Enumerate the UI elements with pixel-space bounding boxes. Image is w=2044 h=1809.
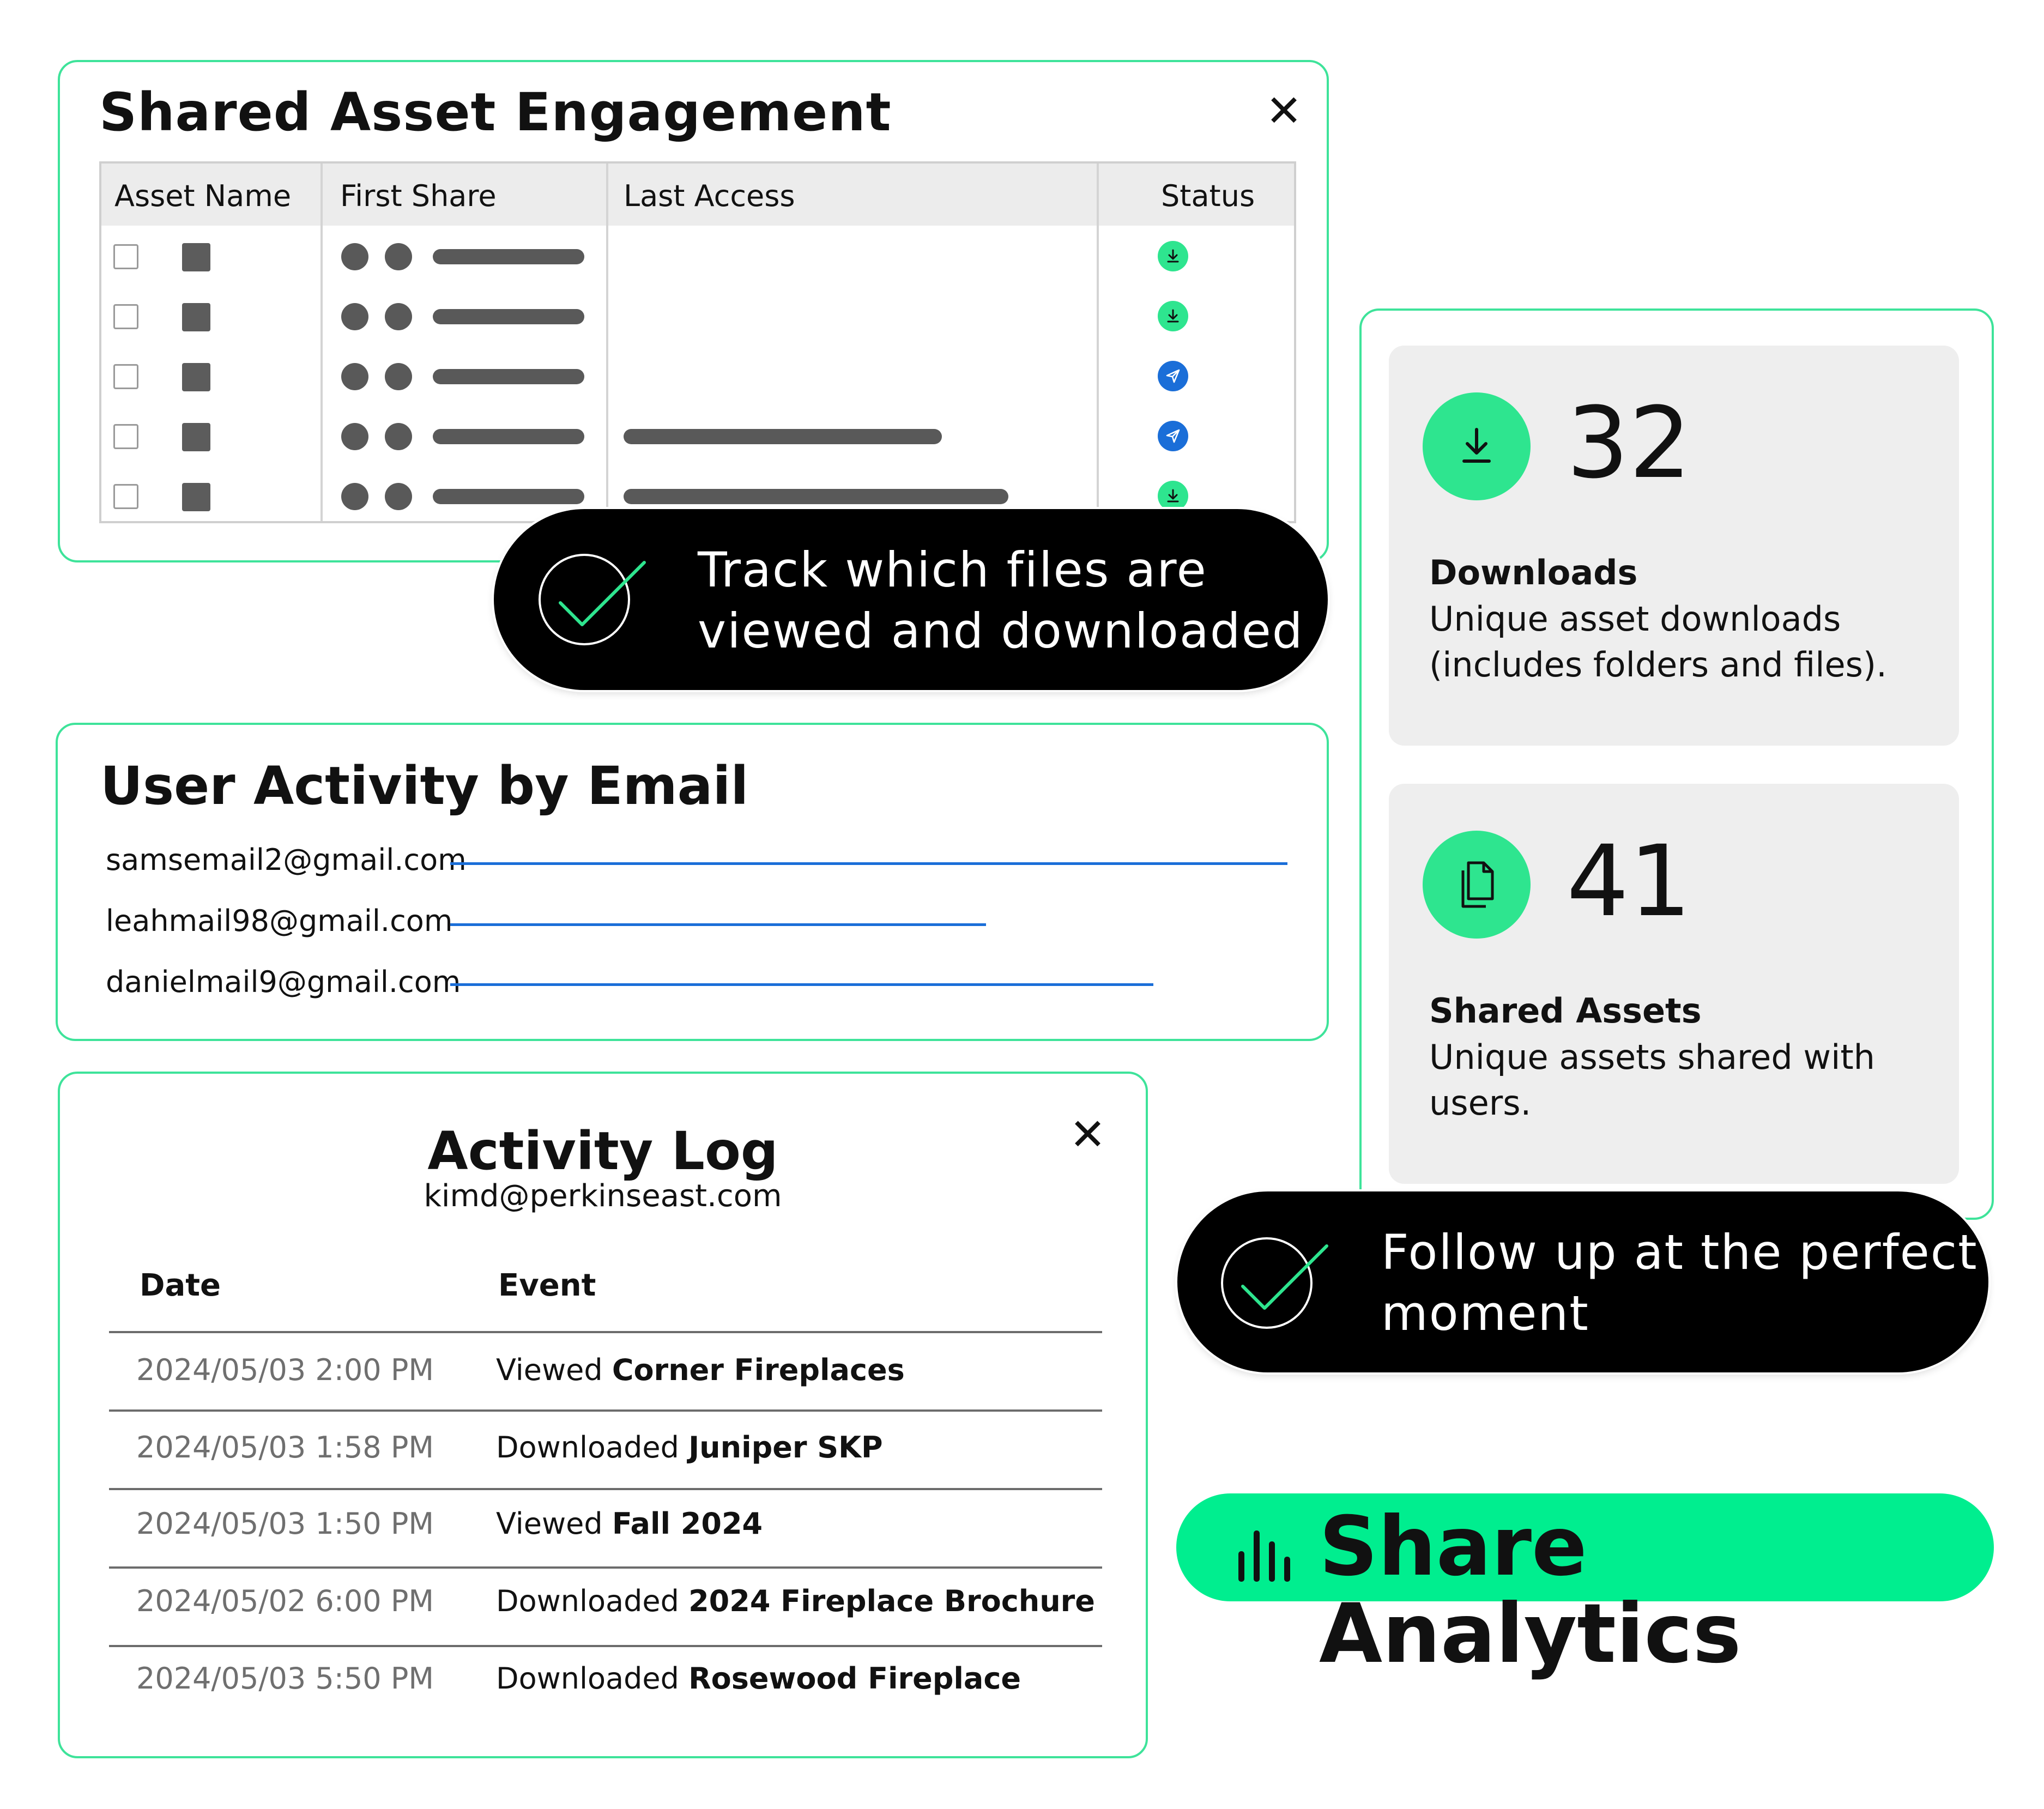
- card-title: User Activity by Email: [100, 755, 749, 816]
- log-date: 2024/05/02 6:00 PM: [136, 1584, 434, 1618]
- divider: [109, 1645, 1102, 1647]
- log-event[interactable]: Viewed Corner Fireplaces: [496, 1353, 905, 1387]
- table-row[interactable]: [101, 287, 1294, 347]
- button-label: Share Analytics: [1319, 1499, 1741, 1681]
- close-icon[interactable]: ✕: [1266, 89, 1302, 133]
- sent-status-icon: [1158, 361, 1188, 391]
- log-date: 2024/05/03 2:00 PM: [136, 1353, 434, 1387]
- document-copy-icon: [1423, 831, 1531, 939]
- download-icon: [1423, 392, 1531, 500]
- card-title: Shared Asset Engagement: [99, 82, 892, 143]
- row-checkbox[interactable]: [113, 364, 138, 389]
- divider: [109, 1566, 1102, 1569]
- download-status-icon: [1158, 481, 1188, 511]
- callout-text: Track which files are viewed and downloa…: [698, 542, 1304, 659]
- avatar-placeholder: [385, 303, 412, 330]
- download-status-icon: [1158, 301, 1188, 331]
- share-analytics-button[interactable]: Share Analytics: [1176, 1493, 1994, 1678]
- column-header-last-access[interactable]: Last Access: [624, 179, 795, 213]
- log-event[interactable]: Downloaded 2024 Fireplace Brochure: [496, 1584, 1095, 1618]
- divider: [109, 1331, 1102, 1333]
- stat-description: Unique assets shared with users.: [1429, 1037, 1875, 1123]
- checkmark-circle-icon: [1221, 1237, 1328, 1329]
- avatar-placeholder: [385, 483, 412, 510]
- table-row[interactable]: [101, 227, 1294, 287]
- stat-description: Unique asset downloads (includes folders…: [1429, 599, 1887, 685]
- text-placeholder: [433, 369, 584, 384]
- text-placeholder: [624, 429, 942, 444]
- row-checkbox[interactable]: [113, 424, 138, 449]
- close-icon[interactable]: ✕: [1069, 1113, 1106, 1157]
- asset-thumbnail: [182, 483, 210, 511]
- activity-log-card: Activity Log kimd@perkinseast.com ✕ Date…: [58, 1072, 1148, 1758]
- table-row[interactable]: [101, 347, 1294, 407]
- user-email[interactable]: leahmail98@gmail.com: [106, 904, 452, 938]
- avatar-placeholder: [341, 243, 368, 270]
- text-placeholder: [624, 489, 1008, 504]
- activity-bar: [450, 923, 986, 926]
- activity-bar: [450, 983, 1153, 986]
- avatar-placeholder: [385, 363, 412, 390]
- column-header-asset-name[interactable]: Asset Name: [114, 179, 291, 213]
- column-header-first-share[interactable]: First Share: [340, 179, 497, 213]
- bar-chart-icon: [1238, 1530, 1290, 1582]
- text-placeholder: [433, 429, 584, 444]
- callout-text: Follow up at the perfect moment: [1381, 1224, 1978, 1341]
- log-date: 2024/05/03 1:58 PM: [136, 1430, 434, 1465]
- avatar-placeholder: [341, 303, 368, 330]
- shared-assets-count: 41: [1567, 825, 1692, 939]
- row-checkbox[interactable]: [113, 304, 138, 329]
- engagement-table: Asset Name First Share Last Access Statu…: [99, 161, 1296, 523]
- user-email[interactable]: danielmail9@gmail.com: [106, 965, 461, 999]
- asset-thumbnail: [182, 363, 210, 391]
- text-placeholder: [433, 309, 584, 324]
- asset-thumbnail: [182, 423, 210, 451]
- downloads-stat: 32 Downloads Unique asset downloads (inc…: [1389, 346, 1959, 746]
- shared-assets-stat: 41 Shared Assets Unique assets shared wi…: [1389, 784, 1959, 1184]
- stat-title: Shared Assets: [1429, 991, 1702, 1031]
- log-event[interactable]: Downloaded Juniper SKP: [496, 1430, 883, 1465]
- column-header-date: Date: [140, 1268, 221, 1303]
- callout-track-files: Track which files are viewed and downloa…: [494, 509, 1328, 690]
- log-event[interactable]: Downloaded Rosewood Fireplace: [496, 1661, 1021, 1696]
- row-checkbox[interactable]: [113, 484, 138, 509]
- avatar-placeholder: [385, 423, 412, 450]
- table-header: Asset Name First Share Last Access Statu…: [101, 164, 1294, 226]
- table-row[interactable]: [101, 407, 1294, 467]
- stat-title: Downloads: [1429, 553, 1638, 592]
- card-title: Activity Log: [427, 1121, 778, 1182]
- row-checkbox[interactable]: [113, 244, 138, 269]
- downloads-count: 32: [1567, 386, 1692, 500]
- user-email[interactable]: samsemail2@gmail.com: [106, 843, 467, 877]
- divider: [109, 1409, 1102, 1412]
- avatar-placeholder: [341, 363, 368, 390]
- callout-follow-up: Follow up at the perfect moment: [1177, 1191, 1988, 1372]
- divider: [109, 1488, 1102, 1490]
- log-date: 2024/05/03 1:50 PM: [136, 1507, 434, 1541]
- sent-status-icon: [1158, 421, 1188, 451]
- log-date: 2024/05/03 5:50 PM: [136, 1661, 434, 1696]
- stats-panel: 32 Downloads Unique asset downloads (inc…: [1359, 308, 1994, 1220]
- column-header-status[interactable]: Status: [1161, 179, 1255, 213]
- user-email: kimd@perkinseast.com: [424, 1178, 782, 1214]
- user-activity-card: User Activity by Email samsemail2@gmail.…: [56, 723, 1329, 1041]
- checkmark-circle-icon: [539, 554, 646, 645]
- asset-thumbnail: [182, 303, 210, 331]
- asset-thumbnail: [182, 243, 210, 271]
- column-header-event: Event: [498, 1268, 596, 1303]
- activity-bar: [450, 862, 1287, 865]
- shared-asset-engagement-card: Shared Asset Engagement ✕ Asset Name Fir…: [58, 60, 1329, 562]
- download-status-icon: [1158, 241, 1188, 271]
- text-placeholder: [433, 249, 584, 264]
- avatar-placeholder: [385, 243, 412, 270]
- avatar-placeholder: [341, 423, 368, 450]
- log-event[interactable]: Viewed Fall 2024: [496, 1507, 763, 1541]
- avatar-placeholder: [341, 483, 368, 510]
- text-placeholder: [433, 489, 584, 504]
